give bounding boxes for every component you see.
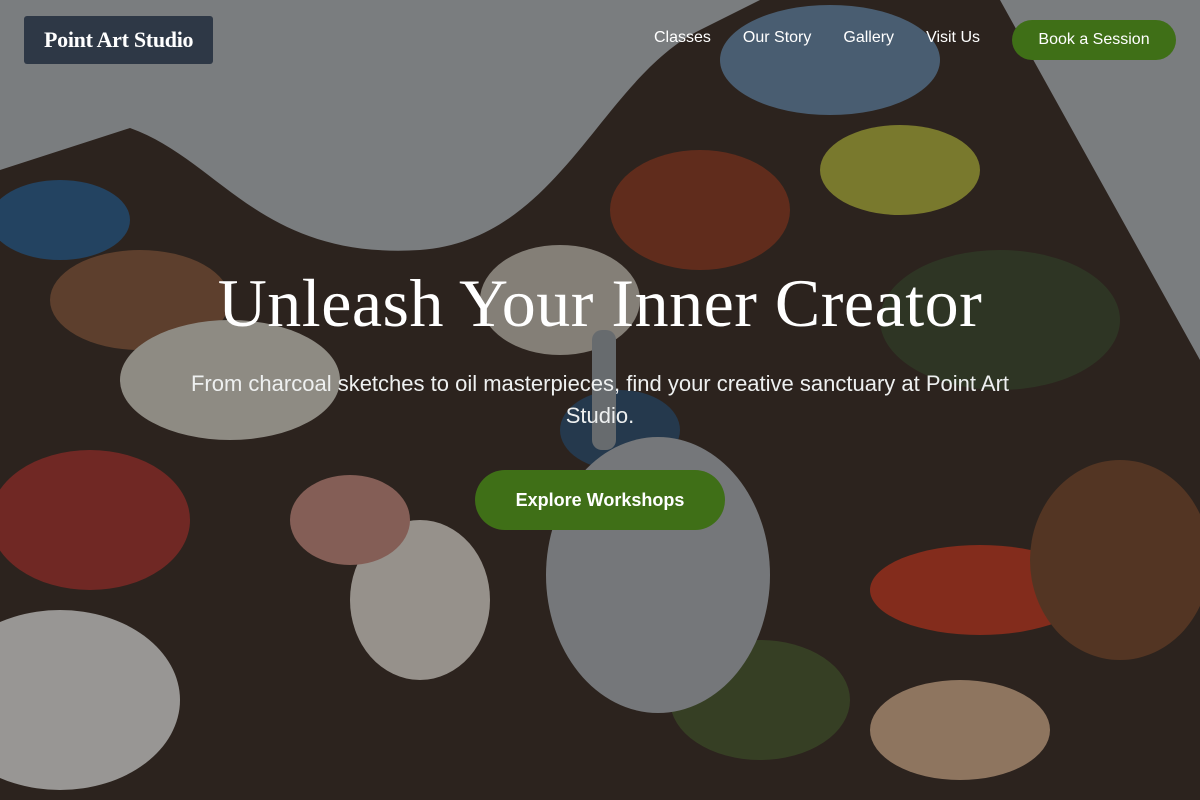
explore-workshops-button[interactable]: Explore Workshops <box>475 470 725 530</box>
hero-section: Unleash Your Inner Creator From charcoal… <box>0 0 1200 800</box>
hero-title: Unleash Your Inner Creator <box>217 265 983 341</box>
hero-subtitle: From charcoal sketches to oil masterpiec… <box>190 371 1010 428</box>
